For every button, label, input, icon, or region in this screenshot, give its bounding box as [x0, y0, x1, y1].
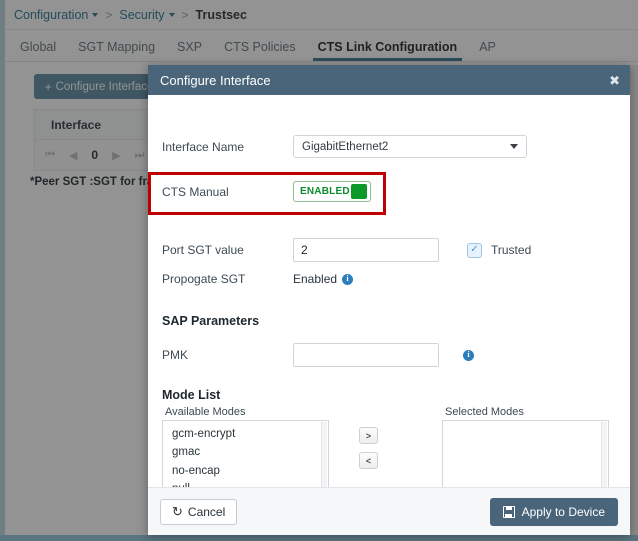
propogate-sgt-value: Enabled — [293, 272, 338, 286]
dialog-body: Interface Name GigabitEthernet2 CTS Manu… — [148, 95, 630, 487]
port-sgt-label: Port SGT value — [162, 243, 244, 257]
propogate-sgt-label: Propogate SGT — [162, 272, 246, 286]
dialog-footer: ↺ Cancel Apply to Device — [148, 487, 630, 535]
list-item[interactable]: gmac — [163, 443, 328, 461]
pmk-label: PMK — [162, 348, 189, 362]
close-icon[interactable]: ✖ — [609, 74, 620, 87]
cts-manual-label: CTS Manual — [162, 184, 229, 199]
dialog-header: Configure Interface ✖ — [148, 65, 630, 95]
list-item[interactable]: null — [163, 480, 328, 487]
info-icon[interactable]: i — [342, 273, 354, 285]
interface-name-select[interactable]: GigabitEthernet2 — [293, 135, 527, 158]
pmk-row: PMK i — [162, 343, 522, 367]
port-sgt-input[interactable]: 2 — [293, 238, 439, 262]
dialog-title: Configure Interface — [160, 72, 271, 88]
trusted-label: Trusted — [491, 243, 532, 257]
interface-name-row: Interface Name GigabitEthernet2 — [162, 135, 612, 158]
available-modes-listbox[interactable]: gcm-encrypt gmac no-encap null — [162, 420, 329, 487]
available-modes-scrollbar[interactable] — [321, 422, 327, 487]
available-modes-caption: Available Modes — [165, 406, 246, 418]
undo-icon: ↺ — [172, 504, 183, 519]
cts-manual-row: CTS Manual ENABLED — [162, 181, 462, 202]
mode-list-heading: Mode List — [162, 388, 221, 402]
selected-modes-scrollbar[interactable] — [601, 422, 607, 487]
move-left-button[interactable]: < — [359, 452, 378, 469]
apply-to-device-button[interactable]: Apply to Device — [489, 497, 618, 526]
list-item[interactable]: no-encap — [163, 462, 328, 480]
toggle-knob-icon — [351, 184, 367, 199]
selected-modes-caption: Selected Modes — [445, 406, 524, 418]
trusted-field[interactable]: ✓ Trusted — [467, 242, 532, 258]
trusted-checkbox[interactable]: ✓ — [467, 242, 482, 258]
modal-scrollbar[interactable] — [630, 65, 638, 535]
list-item[interactable]: gcm-encrypt — [163, 425, 328, 443]
propogate-sgt-row: Propogate SGT Enabled i — [162, 272, 492, 286]
interface-name-label: Interface Name — [162, 139, 245, 154]
move-right-button[interactable]: > — [359, 427, 378, 444]
selected-modes-listbox[interactable] — [442, 420, 609, 487]
cancel-button[interactable]: ↺ Cancel — [160, 498, 238, 525]
configure-interface-dialog: Configure Interface ✖ Interface Name Gig… — [148, 65, 630, 535]
port-sgt-value: 2 — [301, 243, 308, 257]
sap-parameters-heading: SAP Parameters — [162, 314, 260, 328]
interface-name-value: GigabitEthernet2 — [302, 140, 389, 153]
cancel-button-label: Cancel — [187, 504, 226, 519]
cts-manual-toggle-state: ENABLED — [300, 186, 350, 197]
save-icon — [502, 505, 515, 518]
cts-manual-toggle[interactable]: ENABLED — [293, 181, 371, 202]
info-icon[interactable]: i — [463, 349, 474, 361]
chevron-down-icon — [510, 144, 518, 149]
app-screen: Configuration > Security > Trustsec Glob… — [0, 0, 638, 541]
apply-to-device-label: Apply to Device — [521, 504, 605, 519]
check-icon: ✓ — [470, 244, 479, 255]
propogate-sgt-value-group: Enabled i — [293, 272, 354, 286]
pmk-input[interactable] — [293, 343, 439, 367]
port-sgt-row: Port SGT value 2 ✓ Trusted — [162, 238, 622, 262]
